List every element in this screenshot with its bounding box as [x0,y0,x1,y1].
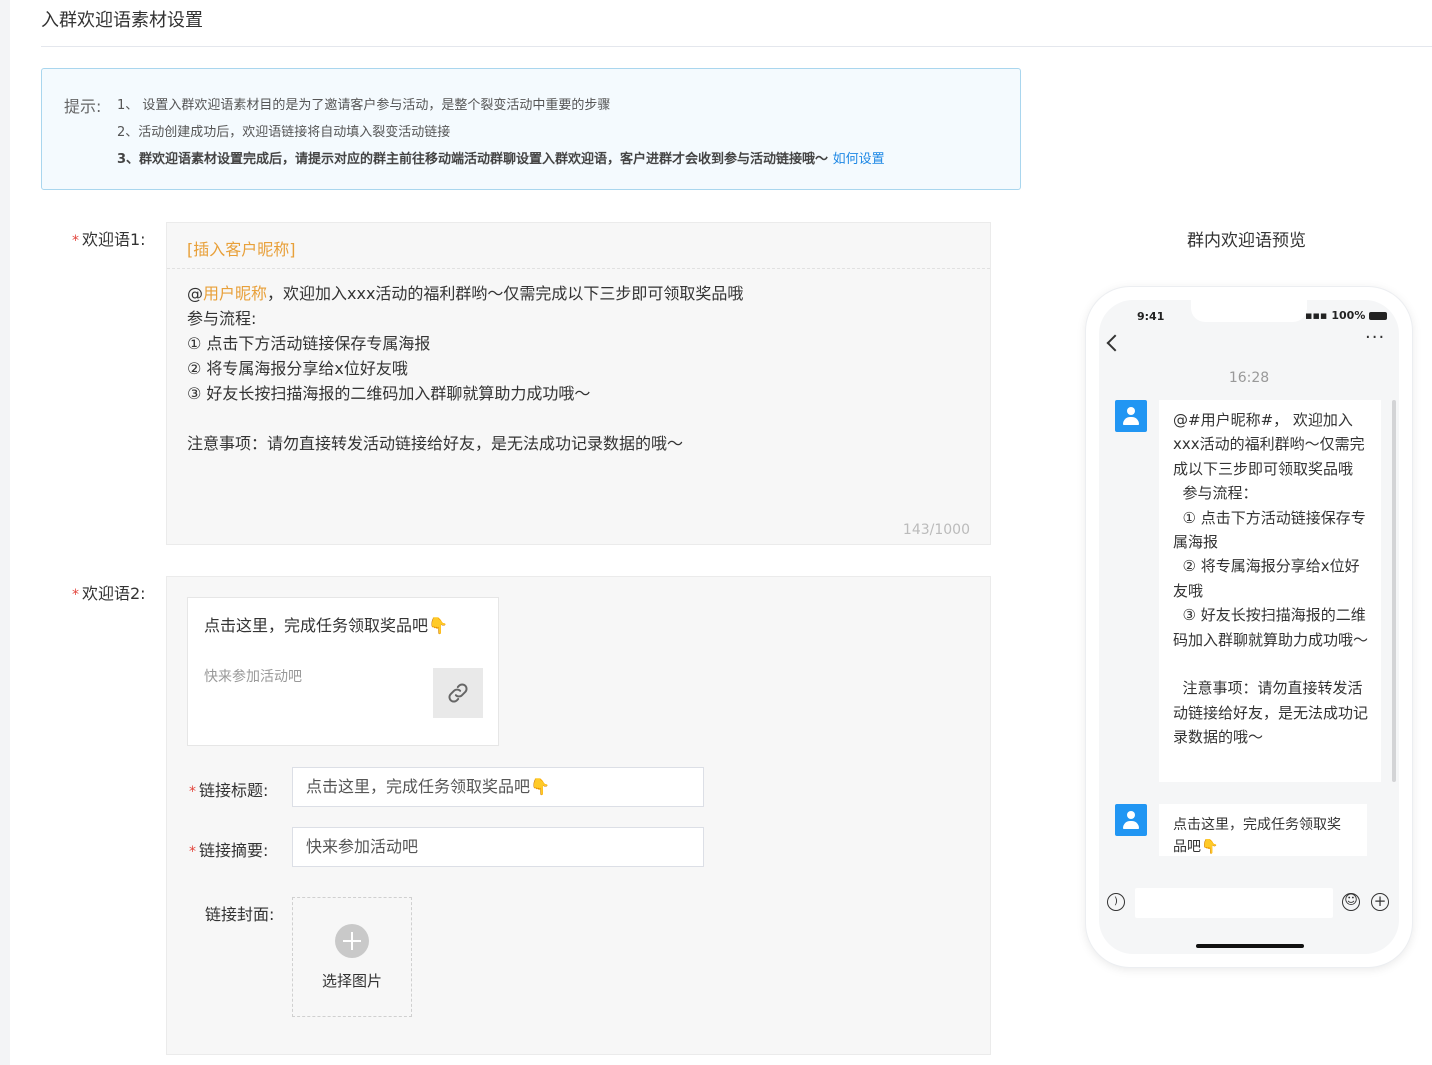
at-sign: @ [187,284,203,303]
link-summary-label: * 链接摘要: [189,837,268,861]
plus-icon [335,924,369,958]
scrollbar[interactable] [1392,400,1396,782]
welcome1-editor[interactable]: [插入客户昵称] @用户昵称，欢迎加入xxx活动的福利群哟～仅需完成以下三步即可… [166,222,991,545]
title-divider [41,46,1432,47]
link-summary-input[interactable]: 快来参加活动吧 [292,827,704,867]
char-counter: 143/1000 [902,522,970,538]
preview-title: 群内欢迎语预览 [1187,231,1306,251]
battery-text: 100% [1331,309,1366,322]
link-card-title: 点击这里，完成任务领取奖品吧👇 [204,616,448,635]
avatar-icon [1115,400,1147,432]
welcome2-label: * 欢迎语2: [72,580,146,604]
home-indicator [1196,944,1304,948]
insert-nickname-button[interactable]: [插入客户昵称] [167,223,990,269]
chat-input-bar: ) ☺ + [1099,882,1399,922]
status-indicators: ▪▪▪ 100% [1305,309,1388,322]
tip-line-3: 3、群欢迎语素材设置完成后，请提示对应的群主前往移动端活动群聊设置入群欢迎语，客… [117,148,885,167]
required-mark: * [189,844,196,860]
link-cover-label: 链接封面: [205,905,275,924]
welcome2-editor: 点击这里，完成任务领取奖品吧👇 快来参加活动吧 * 链接标题: 点击这里，完成任务… [166,576,991,1055]
chat-input[interactable] [1135,888,1333,918]
link-card-preview: 点击这里，完成任务领取奖品吧👇 快来参加活动吧 [187,597,499,746]
link-card-desc: 快来参加活动吧 [204,669,302,685]
voice-icon[interactable]: ) [1107,893,1125,911]
nickname-tag: 用户昵称 [203,284,268,303]
welcome1-body: ，欢迎加入xxx活动的福利群哟～仅需完成以下三步即可领取奖品哦 参与流程: ① … [187,284,744,453]
required-mark: * [189,784,196,800]
chat-time: 16:28 [1228,370,1270,386]
welcome2-label-text: 欢迎语2: [82,584,146,603]
link-thumbnail [433,668,483,718]
preview-message-1: @#用户昵称#， 欢迎加入xxx活动的福利群哟～仅需完成以下三步即可领取奖品哦 … [1159,400,1381,782]
back-icon[interactable] [1106,334,1124,352]
more-icon[interactable]: ··· [1365,329,1385,347]
tip-line-1: 1、 设置入群欢迎语素材目的是为了邀请客户参与活动，是整个裂变活动中重要的步骤 [117,98,611,113]
tip-line-2: 2、活动创建成功后，欢迎语链接将自动填入裂变活动链接 [117,125,451,140]
tip-label: 提示: [64,97,102,116]
emoji-icon[interactable]: ☺ [1342,893,1360,911]
avatar-icon [1115,804,1147,836]
preview-message-2: 点击这里，完成任务领取奖品吧👇 [1159,804,1367,856]
upload-text: 选择图片 [321,972,382,990]
page-title: 入群欢迎语素材设置 [41,10,203,31]
link-title-label: * 链接标题: [189,777,268,801]
link-icon [448,683,468,703]
tip-box: 提示: 1、 设置入群欢迎语素材目的是为了邀请客户参与活动，是整个裂变活动中重要… [41,68,1021,190]
cover-upload-button[interactable]: 选择图片 [292,897,412,1017]
add-icon[interactable]: + [1371,893,1389,911]
required-mark: * [72,233,79,249]
status-time: 9:41 [1137,310,1165,323]
battery-icon [1369,311,1388,320]
required-mark: * [72,587,79,603]
welcome1-label: * 欢迎语1: [72,226,146,250]
left-sidebar-edge [0,0,10,1065]
phone-preview: 9:41 ▪▪▪ 100% ··· 16:28 @#用户昵称#， 欢迎加入xxx… [1086,287,1412,967]
welcome1-text[interactable]: @用户昵称，欢迎加入xxx活动的福利群哟～仅需完成以下三步即可领取奖品哦 参与流… [187,281,970,456]
how-to-setup-link[interactable]: 如何设置 [833,152,885,167]
link-summary-label-text: 链接摘要: [199,841,269,860]
phone-screen: 9:41 ▪▪▪ 100% ··· 16:28 @#用户昵称#， 欢迎加入xxx… [1099,300,1399,954]
link-title-input[interactable]: 点击这里，完成任务领取奖品吧👇 [292,767,704,807]
welcome1-label-text: 欢迎语1: [82,230,146,249]
tip-line-3-text: 3、群欢迎语素材设置完成后，请提示对应的群主前往移动端活动群聊设置入群欢迎语，客… [117,152,829,167]
signal-icon: ▪▪▪ [1305,309,1328,322]
link-title-label-text: 链接标题: [199,781,269,800]
phone-notch [1191,300,1307,322]
